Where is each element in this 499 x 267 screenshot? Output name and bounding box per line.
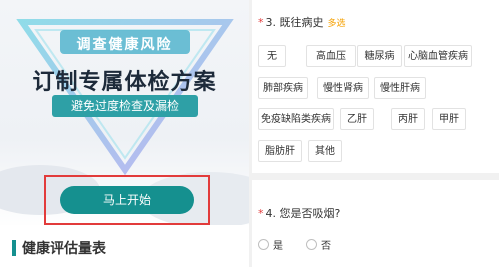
option-kidney-disease[interactable]: 慢性肾病 <box>317 77 369 99</box>
radio-label-yes: 是 <box>273 241 283 252</box>
option-hepatitis-a[interactable]: 甲肝 <box>432 108 466 130</box>
section-title: 健康评估量表 <box>22 241 106 257</box>
option-hepatitis-b[interactable]: 乙肝 <box>340 108 374 130</box>
promo-banner: 调查健康风险 订制专属体检方案 避免过度检查及漏检 马上开始 健康评估量表 <box>0 0 249 267</box>
option-lung-disease[interactable]: 肺部疾病 <box>258 77 308 99</box>
banner-title: 订制专属体检方案 <box>32 70 217 95</box>
option-diabetes[interactable]: 糖尿病 <box>357 45 402 67</box>
question-4-section: * 4. 您是否吸烟? 是 否 <box>252 180 499 267</box>
option-other[interactable]: 其他 <box>308 140 342 162</box>
option-liver-disease[interactable]: 慢性肝病 <box>374 77 426 99</box>
option-none[interactable]: 无 <box>258 45 286 67</box>
radio-circle-icon[interactable] <box>306 239 317 250</box>
option-hypertension[interactable]: 高血压 <box>306 45 356 67</box>
multi-select-badge: 多选 <box>327 19 346 29</box>
question-4-text: 4. 您是否吸烟? <box>265 207 341 220</box>
radio-option-no[interactable]: 否 <box>306 237 331 252</box>
start-button[interactable]: 马上开始 <box>60 186 194 214</box>
required-mark: * <box>258 16 264 29</box>
option-fatty-liver[interactable]: 脂肪肝 <box>258 140 302 162</box>
option-cardiovascular[interactable]: 心脑血管疾病 <box>404 45 472 67</box>
option-immunodeficiency[interactable]: 免疫缺陷类疾病 <box>258 108 334 130</box>
banner-subtitle: 避免过度检查及漏检 <box>52 95 198 117</box>
question-4-title: * 4. 您是否吸烟? <box>258 205 340 221</box>
option-hepatitis-c[interactable]: 丙肝 <box>391 108 425 130</box>
question-3-title: * 3. 既往病史 多选 <box>258 14 346 30</box>
banner-top-label: 调查健康风险 <box>76 37 173 53</box>
radio-label-no: 否 <box>321 241 331 252</box>
required-mark: * <box>258 207 264 220</box>
question-divider <box>252 173 499 180</box>
radio-circle-icon[interactable] <box>258 239 269 250</box>
question-3-text: 3. 既往病史 <box>265 16 324 29</box>
radio-option-yes[interactable]: 是 <box>258 237 283 252</box>
section-marker <box>12 240 16 256</box>
